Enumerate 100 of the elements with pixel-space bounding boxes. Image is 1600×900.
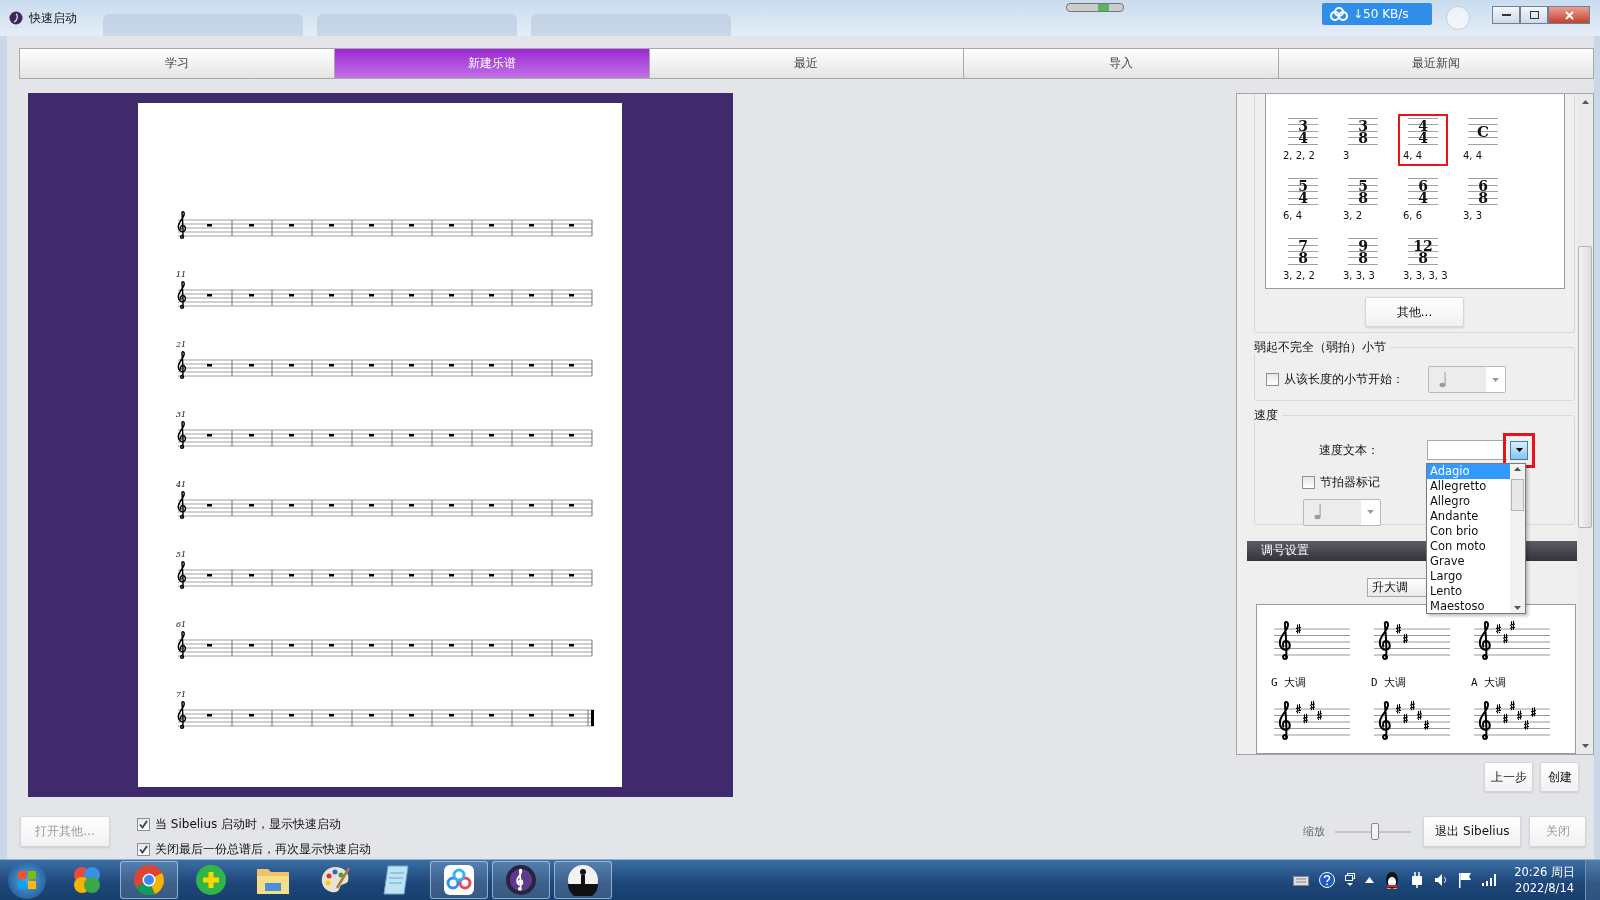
window-title: 快速启动: [29, 9, 78, 27]
group-title: 弱起不完全（弱拍）小节: [1254, 340, 1390, 355]
measure-number: 11: [176, 270, 187, 280]
tab[interactable]: 最近: [649, 48, 965, 79]
tab[interactable]: 导入: [964, 48, 1280, 79]
tab[interactable]: 学习: [19, 48, 335, 79]
time-signature-option[interactable]: 7 8 3, 2, 2: [1278, 234, 1328, 286]
caret-icon: [1367, 510, 1374, 515]
colored-circles-icon: [71, 864, 103, 896]
key-signature-drawing[interactable]: [1274, 619, 1350, 663]
time-signature-option[interactable]: 3 8 3: [1338, 114, 1388, 166]
time-signature-option[interactable]: 6 4 6, 6: [1398, 174, 1448, 226]
quarter-note-icon: [1314, 504, 1322, 521]
denominator: 4: [1298, 192, 1308, 204]
dropdown-option[interactable]: Allegretto: [1427, 479, 1510, 494]
scroll-up-arrow-icon[interactable]: [1514, 467, 1521, 471]
tab[interactable]: 新建乐谱: [334, 48, 650, 79]
scroll-down-arrow-icon[interactable]: [1581, 744, 1589, 748]
create-button[interactable]: 创建: [1540, 762, 1579, 792]
dropdown-option[interactable]: Con brio: [1427, 524, 1510, 539]
checkbox-label: 当 Sibelius 启动时，显示快速启动: [155, 816, 342, 833]
denominator: 4: [1418, 132, 1428, 144]
checkbox[interactable]: [137, 818, 150, 831]
time-signature-option[interactable]: 6 8 3, 3: [1458, 174, 1508, 226]
clock-time[interactable]: 20:26 周日: [1514, 864, 1575, 880]
beam-grouping: 3, 3, 3: [1343, 269, 1376, 282]
dropdown-option[interactable]: Grave: [1427, 554, 1510, 569]
close-button[interactable]: [1548, 6, 1590, 24]
help-icon[interactable]: [1319, 872, 1336, 888]
scrollbar-thumb[interactable]: [1578, 246, 1592, 528]
checkbox[interactable]: [1266, 373, 1279, 387]
tab[interactable]: 最近新闻: [1279, 48, 1594, 79]
time-signature-option[interactable]: 9 8 3, 3, 3: [1338, 234, 1388, 286]
dropdown-option[interactable]: Andante: [1427, 509, 1510, 524]
show-hidden-icons-arrow[interactable]: [1365, 877, 1375, 883]
measure-number: 71: [176, 690, 187, 700]
dropdown-option[interactable]: Maestoso: [1427, 599, 1510, 614]
beam-grouping: 3, 3: [1463, 209, 1484, 222]
key-signature-drawing[interactable]: [1274, 699, 1350, 743]
network-speed: ↓50 KB/s: [1353, 7, 1409, 21]
key-signature-drawing[interactable]: [1374, 699, 1450, 743]
browser-icon: [133, 864, 165, 896]
scroll-down-arrow-icon[interactable]: [1514, 606, 1521, 610]
beam-grouping: 3: [1343, 149, 1351, 162]
dropdown-option[interactable]: Allegro: [1427, 494, 1510, 509]
start-button[interactable]: [8, 861, 46, 899]
time-signature-option[interactable]: 5 4 6, 4: [1278, 174, 1328, 226]
beam-grouping: 6, 4: [1283, 209, 1304, 222]
beam-grouping: 4, 4: [1463, 149, 1484, 162]
scrollbar[interactable]: [1577, 94, 1593, 754]
caret-icon: [1515, 448, 1523, 453]
time-signature-option[interactable]: 3 4 2, 2, 2: [1278, 114, 1328, 166]
flag-icon[interactable]: [1458, 872, 1473, 888]
cloud-icon: [1330, 7, 1348, 21]
field-label: 速度文本：: [1318, 441, 1379, 459]
numerator: 7: [1298, 240, 1308, 252]
back-button[interactable]: 上一步: [1484, 762, 1533, 792]
time-signature-option[interactable]: 12 8 3, 3, 3, 3: [1398, 234, 1452, 286]
scrollbar-thumb[interactable]: [1511, 479, 1524, 511]
clock-date[interactable]: 2022/8/14: [1515, 880, 1575, 896]
minimize-button[interactable]: [1492, 6, 1520, 24]
key-signature-drawing[interactable]: [1474, 619, 1550, 663]
time-signature-option[interactable]: C 4, 4: [1458, 114, 1508, 166]
section-title: 调号设置: [1261, 542, 1309, 560]
penguin-icon[interactable]: [1384, 871, 1401, 889]
measure-number: 31: [176, 410, 187, 420]
tempo-text-dropdown[interactable]: [1427, 440, 1507, 461]
checkbox[interactable]: [1302, 475, 1315, 489]
numerator: 6: [1478, 180, 1488, 192]
window-switch-icon[interactable]: [1345, 873, 1356, 887]
taskbar-button[interactable]: [430, 861, 488, 899]
key-signature-drawing[interactable]: [1374, 619, 1450, 663]
signal-icon[interactable]: [1482, 874, 1499, 886]
zoom-slider[interactable]: [1335, 822, 1412, 841]
power-plug-icon[interactable]: [1410, 872, 1425, 888]
quit-button[interactable]: 退出 Sibelius: [1423, 816, 1522, 847]
slider-thumb[interactable]: [1371, 822, 1380, 840]
key-signature-drawing[interactable]: [1474, 699, 1550, 743]
speaker-icon[interactable]: [1434, 873, 1449, 887]
keyboard-icon[interactable]: [1293, 874, 1310, 886]
checkbox-label: 节拍器标记: [1320, 473, 1380, 491]
checkbox-label: 关闭最后一份总谱后，再次显示快速启动: [155, 841, 371, 858]
taskbar-button[interactable]: [554, 861, 612, 899]
measure-number: 61: [176, 620, 187, 630]
time-signature-option[interactable]: 4 4 4, 4: [1398, 114, 1448, 166]
beam-grouping: 3, 3, 3, 3: [1403, 269, 1448, 282]
numerator: 5: [1358, 180, 1368, 192]
scrollbar[interactable]: [1510, 464, 1525, 613]
notepad-icon: [382, 864, 412, 896]
checkbox[interactable]: [137, 843, 150, 856]
other-button[interactable]: 其他...: [1365, 297, 1464, 327]
taskbar-button[interactable]: [492, 861, 550, 899]
dropdown-arrow-button[interactable]: [1510, 440, 1528, 460]
maximize-button[interactable]: [1520, 6, 1548, 24]
close-icon: [1564, 10, 1574, 20]
scroll-up-arrow-icon[interactable]: [1581, 100, 1589, 104]
quarter-note-icon: [1439, 371, 1447, 388]
time-signature-option[interactable]: 5 8 3, 2: [1338, 174, 1388, 226]
dropdown-option[interactable]: Con moto: [1427, 539, 1510, 554]
zoom-label: 缩放: [1303, 824, 1325, 839]
